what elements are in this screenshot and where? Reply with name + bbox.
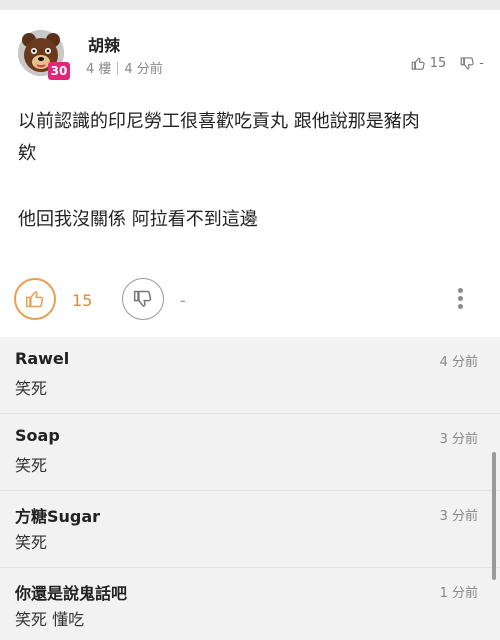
reply-author[interactable]: Soap bbox=[15, 426, 60, 445]
reply-item[interactable]: 方糖Sugar 3 分前 笑死 bbox=[0, 491, 500, 568]
reply-text: 笑死 懂吃 bbox=[15, 610, 85, 629]
top-dislike-button[interactable]: - bbox=[460, 56, 484, 71]
reply-text: 笑死 bbox=[15, 379, 48, 398]
top-divider bbox=[0, 0, 500, 10]
post-body: 以前認識的印尼勞工很喜歡吃貢丸 跟他說那是豬肉 欸 他回我沒關係 阿拉看不到這邊 bbox=[18, 106, 488, 236]
post-time: 4 分前 bbox=[124, 62, 163, 77]
post-card: 30 胡辣 4 樓 4 分前 15 - 以前認識的印尼勞工很喜歡吃貢丸 跟他說那是… bbox=[0, 10, 500, 337]
meta-divider bbox=[117, 62, 119, 75]
top-reaction-bar: 15 - bbox=[411, 56, 484, 71]
thumbs-down-icon bbox=[133, 290, 152, 307]
reply-item[interactable]: 你還是說鬼話吧 1 分前 笑死 懂吃 bbox=[0, 568, 500, 640]
post-meta: 4 樓 4 分前 bbox=[86, 58, 163, 77]
post-body-line: 欸 bbox=[18, 143, 36, 164]
reply-time: 4 分前 bbox=[439, 355, 478, 370]
reply-text: 笑死 bbox=[15, 533, 48, 552]
reply-time: 3 分前 bbox=[439, 509, 478, 524]
level-badge: 30 bbox=[48, 62, 70, 80]
top-like-button[interactable]: 15 bbox=[411, 56, 447, 71]
dislike-count: - bbox=[180, 291, 186, 310]
thumbs-down-icon bbox=[460, 57, 474, 70]
reply-author[interactable]: 你還是說鬼話吧 bbox=[15, 580, 127, 604]
floor-number: 4 樓 bbox=[86, 62, 112, 77]
thumbs-up-icon bbox=[25, 291, 44, 308]
dislike-button[interactable] bbox=[122, 278, 164, 320]
reply-item[interactable]: Rawel 4 分前 笑死 bbox=[0, 337, 500, 414]
reply-list: Rawel 4 分前 笑死 Soap 3 分前 笑死 方糖Sugar 3 分前 … bbox=[0, 337, 500, 640]
more-options-button[interactable] bbox=[453, 288, 467, 312]
reply-author[interactable]: 方糖Sugar bbox=[15, 503, 100, 527]
reply-time: 3 分前 bbox=[439, 432, 478, 447]
reply-item[interactable]: Soap 3 分前 笑死 bbox=[0, 414, 500, 491]
top-dislike-count: - bbox=[479, 56, 484, 71]
avatar[interactable]: 30 bbox=[18, 30, 70, 80]
more-vertical-icon bbox=[453, 288, 467, 309]
reply-text: 笑死 bbox=[15, 456, 48, 475]
post-body-line: 他回我沒關係 阿拉看不到這邊 bbox=[18, 209, 258, 230]
like-button[interactable] bbox=[14, 278, 56, 320]
thumbs-up-icon bbox=[411, 57, 425, 70]
reply-time: 1 分前 bbox=[439, 586, 478, 601]
scrollbar[interactable] bbox=[492, 452, 496, 580]
post-body-line: 以前認識的印尼勞工很喜歡吃貢丸 跟他說那是豬肉 bbox=[18, 111, 420, 132]
author-name[interactable]: 胡辣 bbox=[88, 32, 120, 56]
reply-author[interactable]: Rawel bbox=[15, 349, 69, 368]
top-like-count: 15 bbox=[429, 56, 447, 71]
like-count: 15 bbox=[72, 291, 93, 310]
